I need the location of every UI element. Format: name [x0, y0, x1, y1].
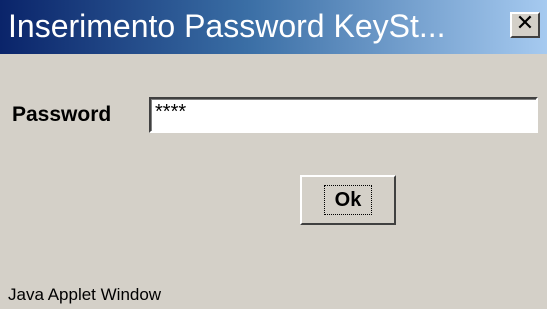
- password-label: Password: [12, 103, 112, 126]
- title-bar[interactable]: Inserimento Password KeySt... ✕: [0, 0, 547, 54]
- window-title: Inserimento Password KeySt...: [8, 8, 446, 44]
- close-button[interactable]: ✕: [510, 12, 540, 38]
- password-field[interactable]: ****: [149, 97, 538, 133]
- ok-button-label: Ok: [323, 185, 373, 215]
- dialog-window: Inserimento Password KeySt... ✕ Password…: [0, 0, 547, 309]
- applet-warning-label: Java Applet Window: [8, 285, 162, 304]
- close-icon: ✕: [515, 11, 535, 36]
- ok-button[interactable]: Ok: [300, 175, 396, 225]
